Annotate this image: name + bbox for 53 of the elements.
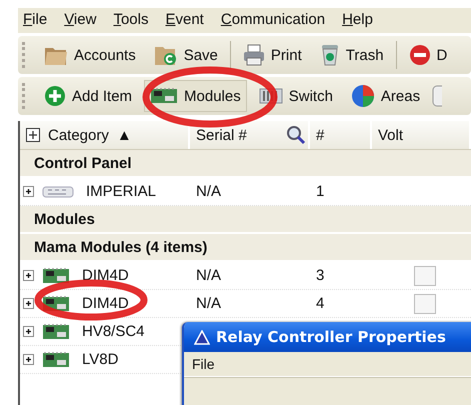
circuit-board-icon (42, 350, 70, 368)
menu-item[interactable]: Event (165, 11, 204, 29)
dialog-title: Relay Controller Properties (216, 328, 446, 346)
table-cell: N/A (196, 295, 222, 312)
add-icon (44, 85, 66, 107)
menu-item[interactable]: Communication (220, 11, 326, 29)
table-cell: N/A (196, 267, 222, 284)
group-row[interactable]: Control Panel (20, 150, 471, 178)
circuit-board-icon (42, 322, 70, 340)
toolbar-button[interactable]: Save (148, 39, 224, 71)
toolbar-button[interactable]: Print (236, 39, 308, 71)
checkbox[interactable] (414, 294, 436, 314)
table-cell: 1 (316, 183, 324, 200)
expand-toggle-icon[interactable] (23, 354, 34, 365)
warning-triangle-icon (194, 330, 210, 344)
stop-icon (408, 44, 431, 66)
expand-toggle-icon[interactable] (23, 326, 34, 337)
toolbar-button[interactable]: Add Item (38, 80, 138, 112)
trash-icon (320, 44, 340, 66)
expand-toggle-icon[interactable] (23, 186, 34, 197)
expand-toggle-icon[interactable] (23, 270, 34, 281)
toolbar-button[interactable]: Trash (314, 39, 390, 71)
menu-item[interactable]: File (192, 356, 215, 372)
table-cell: IMPERIAL (86, 183, 156, 200)
table-cell: DIM4D (82, 295, 129, 312)
table-cell: N/A (196, 183, 222, 200)
toolbar-button[interactable]: Areas (344, 80, 426, 112)
folder-icon (154, 44, 178, 66)
search-icon[interactable] (286, 125, 306, 145)
toolbar-button[interactable]: Switch (252, 80, 339, 112)
panel-icon (42, 184, 74, 198)
expand-all-icon[interactable] (26, 128, 40, 142)
pie-ball-icon (350, 84, 375, 108)
table-cell: DIM4D (82, 267, 129, 284)
table-cell: 4 (316, 295, 324, 312)
table-cell: 3 (316, 267, 324, 284)
toolbar-button[interactable]: D (402, 39, 454, 71)
printer-icon (242, 44, 265, 66)
table-cell: HV8/SC4 (82, 323, 145, 340)
checkbox[interactable] (414, 266, 436, 286)
sort-arrow[interactable]: ▲ (116, 126, 132, 144)
group-row[interactable]: Mama Modules (4 items) (20, 234, 471, 262)
circuit-board-icon (150, 87, 178, 105)
menu-item[interactable]: Help (342, 11, 373, 29)
menu-item[interactable]: Tools (113, 11, 148, 29)
menu-item[interactable]: View (64, 11, 96, 29)
toolbar-button[interactable]: Modules (144, 80, 247, 112)
group-row[interactable]: Modules (20, 206, 471, 234)
menu-item[interactable]: File (23, 11, 48, 29)
table-cell: LV8D (82, 351, 118, 368)
toolbar-button[interactable]: Accounts (38, 39, 142, 71)
circuit-board-icon (42, 266, 70, 284)
expand-toggle-icon[interactable] (23, 298, 34, 309)
